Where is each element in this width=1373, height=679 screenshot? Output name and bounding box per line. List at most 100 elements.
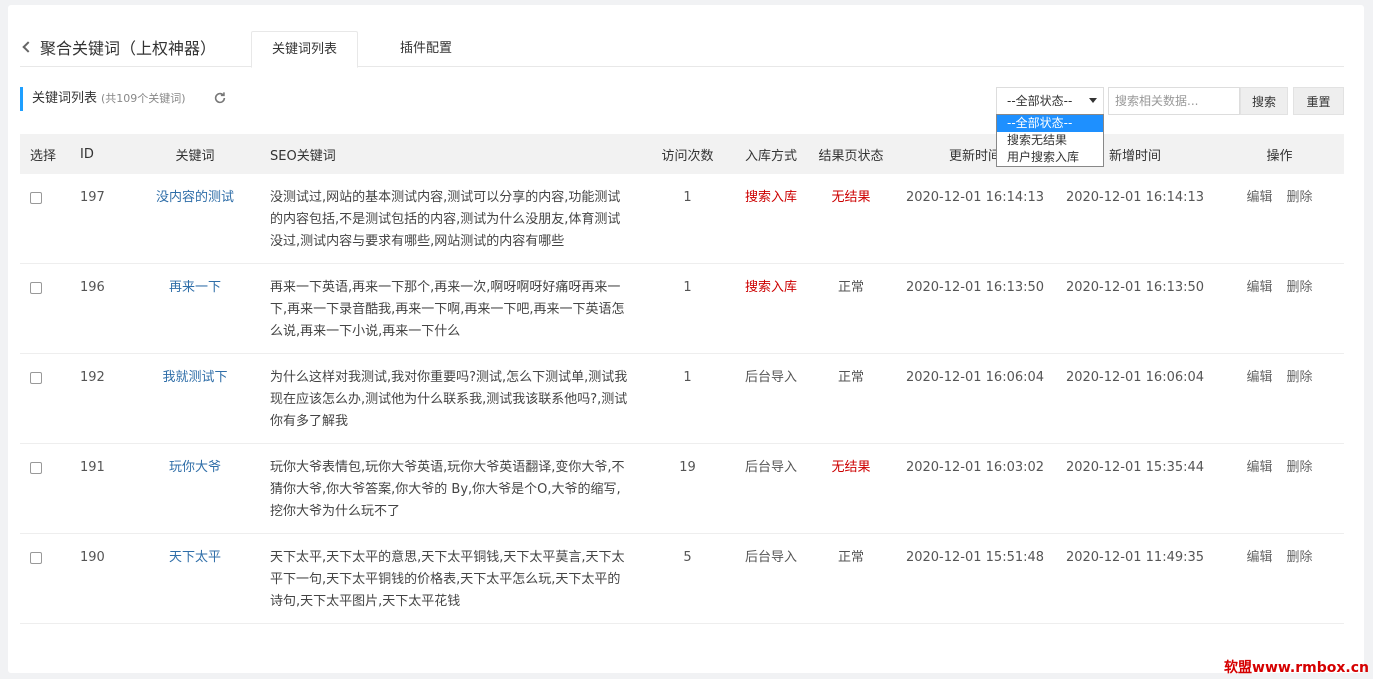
row-keyword-link[interactable]: 我就测试下 [130,353,260,444]
row-created: 2020-12-01 16:06:04 [1055,353,1216,444]
row-checkbox[interactable] [30,552,42,564]
edit-button[interactable]: 编辑 [1246,370,1272,385]
row-keyword-link[interactable]: 玩你大爷 [130,443,260,534]
col-keyword: 关键词 [175,148,215,164]
delete-button[interactable]: 删除 [1287,280,1313,295]
row-id: 192 [70,353,130,444]
row-actions: 编辑 删除 [1215,533,1344,624]
table-row: 192 我就测试下 为什么这样对我测试,我对你重要吗?测试,怎么下测试单,测试我… [20,353,1344,444]
row-select-cell [20,353,70,444]
status-option-all[interactable]: --全部状态-- [997,115,1103,132]
row-actions: 编辑 删除 [1215,263,1344,354]
row-actions: 编辑 删除 [1215,443,1344,534]
row-created: 2020-12-01 15:35:44 [1055,443,1216,534]
row-updated: 2020-12-01 15:51:48 [895,533,1056,624]
edit-button[interactable]: 编辑 [1246,280,1272,295]
row-actions: 编辑 删除 [1215,353,1344,444]
row-source: 后台导入 [735,443,808,534]
row-seo-keywords: 没测试过,网站的基本测试内容,测试可以分享的内容,功能测试的内容包括,不是测试包… [260,174,640,264]
watermark: 软盟www.rmbox.cn [1224,660,1369,676]
row-updated: 2020-12-01 16:14:13 [895,174,1056,264]
section-title-label: 关键词列表 [32,91,98,106]
col-source: 入库方式 [745,148,798,164]
reset-button[interactable]: 重置 [1293,87,1344,115]
edit-button[interactable]: 编辑 [1246,190,1272,205]
status-filter-value: --全部状态-- [1007,94,1073,108]
row-select-cell [20,443,70,534]
row-source: 后台导入 [735,353,808,444]
delete-button[interactable]: 删除 [1287,460,1313,475]
row-seo-keywords: 再来一下英语,再来一下那个,再来一次,啊呀啊呀好痛呀再来一下,再来一下录音酷我,… [260,263,640,354]
col-id: ID [80,146,94,162]
page-title: 聚合关键词（上权神器） [40,39,217,58]
row-checkbox[interactable] [30,282,42,294]
status-option-user-search[interactable]: 用户搜索入库 [997,149,1103,166]
table-row: 196 再来一下 再来一下英语,再来一下那个,再来一次,啊呀啊呀好痛呀再来一下,… [20,263,1344,354]
row-status: 正常 [807,263,896,354]
delete-button[interactable]: 删除 [1287,190,1313,205]
tab-keyword-list[interactable]: 关键词列表 [251,31,359,68]
table-row: 190 天下太平 天下太平,天下太平的意思,天下太平铜钱,天下太平莫言,天下太平… [20,533,1344,624]
row-visits: 1 [640,263,735,354]
delete-button[interactable]: 删除 [1287,370,1313,385]
row-status: 正常 [807,533,896,624]
row-seo-keywords: 为什么这样对我测试,我对你重要吗?测试,怎么下测试单,测试我现在应该怎么办,测试… [260,353,640,444]
main-panel: 聚合关键词（上权神器） 关键词列表 插件配置 关键词列表 (共109个关键词) -… [8,5,1364,673]
row-checkbox[interactable] [30,372,42,384]
row-visits: 19 [640,443,735,534]
table-row: 197 没内容的测试 没测试过,网站的基本测试内容,测试可以分享的内容,功能测试… [20,174,1344,264]
refresh-icon[interactable] [213,91,227,105]
row-updated: 2020-12-01 16:06:04 [895,353,1056,444]
row-id: 191 [70,443,130,534]
row-updated: 2020-12-01 16:13:50 [895,263,1056,354]
status-dropdown: --全部状态-- 搜索无结果 用户搜索入库 [996,114,1104,167]
row-visits: 1 [640,353,735,444]
row-checkbox[interactable] [30,462,42,474]
table-row: 191 玩你大爷 玩你大爷表情包,玩你大爷英语,玩你大爷英语翻译,变你大爷,不猜… [20,443,1344,534]
delete-button[interactable]: 删除 [1287,550,1313,565]
row-created: 2020-12-01 16:13:50 [1055,263,1216,354]
row-keyword-link[interactable]: 再来一下 [130,263,260,354]
chevron-left-icon [22,41,34,53]
status-filter-select[interactable]: --全部状态-- [996,87,1104,115]
keyword-count: (共109个关键词) [101,92,186,105]
col-visits: 访问次数 [661,148,714,164]
row-created: 2020-12-01 11:49:35 [1055,533,1216,624]
tab-plugin-config[interactable]: 插件配置 [380,31,472,68]
edit-button[interactable]: 编辑 [1246,460,1272,475]
row-source: 后台导入 [735,533,808,624]
row-source: 搜索入库 [735,263,808,354]
col-status: 结果页状态 [818,148,884,164]
col-seo-keywords: SEO关键词 [270,148,336,164]
search-input[interactable] [1108,87,1240,115]
row-id: 197 [70,174,130,264]
row-seo-keywords: 天下太平,天下太平的意思,天下太平铜钱,天下太平莫言,天下太平下一句,天下太平铜… [260,533,640,624]
section-title: 关键词列表 (共109个关键词) [20,87,186,111]
row-id: 196 [70,263,130,354]
row-visits: 5 [640,533,735,624]
search-button[interactable]: 搜索 [1240,87,1288,115]
row-select-cell [20,263,70,354]
row-created: 2020-12-01 16:14:13 [1055,174,1216,264]
row-status: 无结果 [807,174,896,264]
back-button[interactable]: 聚合关键词（上权神器） [20,35,216,59]
row-seo-keywords: 玩你大爷表情包,玩你大爷英语,玩你大爷英语翻译,变你大爷,不猜你大爷,你大爷答案… [260,443,640,534]
row-keyword-link[interactable]: 没内容的测试 [130,174,260,264]
row-id: 190 [70,533,130,624]
keyword-table: 选择 ID 关键词 SEO关键词 访问次数 入库方式 结果页状态 更新时间 新增… [20,134,1344,624]
caret-down-icon [1089,98,1097,103]
toolbar: 关键词列表(共109个关键词) --全部状态-- 搜索 重置 [20,87,1344,117]
row-checkbox[interactable] [30,192,42,204]
row-keyword-link[interactable]: 天下太平 [130,533,260,624]
row-status: 无结果 [807,443,896,534]
row-updated: 2020-12-01 16:03:02 [895,443,1056,534]
col-actions: 操作 [1266,148,1293,164]
edit-button[interactable]: 编辑 [1246,550,1272,565]
col-select: 选择 [30,148,57,164]
status-option-no-result[interactable]: 搜索无结果 [997,132,1103,149]
row-status: 正常 [807,353,896,444]
page-header: 聚合关键词（上权神器） 关键词列表 插件配置 [20,5,1344,68]
row-select-cell [20,533,70,624]
table-header-row: 选择 ID 关键词 SEO关键词 访问次数 入库方式 结果页状态 更新时间 新增… [20,134,1344,174]
row-select-cell [20,174,70,264]
